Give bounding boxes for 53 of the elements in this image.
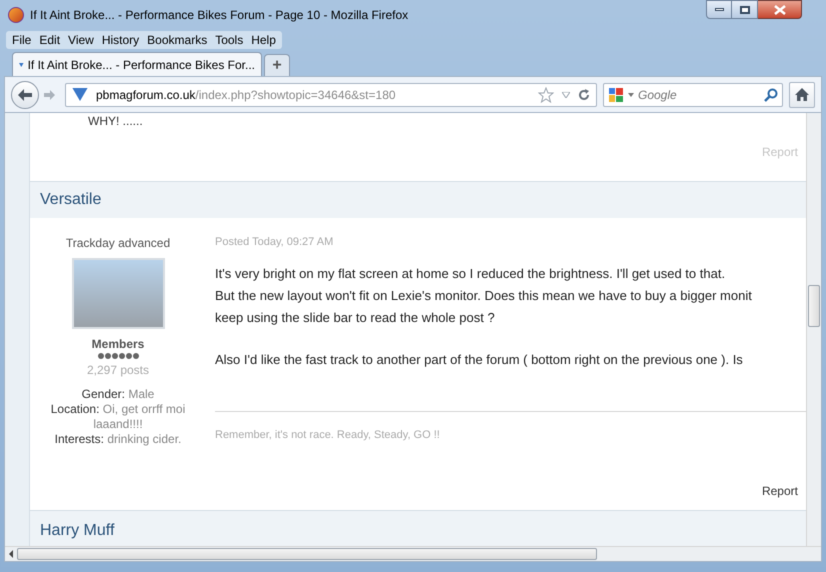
window-title: If It Aint Broke... - Performance Bikes Forum - Page 10 - Mozilla Firefox	[30, 7, 408, 24]
menu-item[interactable]: History	[98, 31, 144, 49]
rank-title: Trackday advanced	[66, 235, 170, 252]
minimize-button[interactable]	[706, 0, 732, 19]
search-input[interactable]: Google	[638, 86, 760, 104]
home-icon	[795, 88, 809, 101]
minimize-icon	[714, 8, 724, 11]
dropdown-icon[interactable]	[628, 92, 634, 96]
back-button[interactable]	[11, 80, 39, 108]
search-icon[interactable]	[764, 88, 778, 102]
report-link[interactable]: Report	[762, 482, 798, 500]
search-engine-logo-icon	[608, 86, 624, 102]
url-text: pbmagforum.co.uk/index.php?showtopic=34646&st=180	[96, 86, 396, 104]
browser-tab[interactable]: If It Aint Broke... - Performance Bikes For...	[12, 52, 262, 76]
address-field[interactable]: pbmagforum.co.uk/index.php?showtopic=34646&st=180	[65, 82, 597, 106]
profile-field: Location: Oi, get orrff moi laaand!!!!	[43, 402, 193, 432]
menu-item[interactable]: Help	[247, 31, 280, 49]
author-name[interactable]: Versatile	[40, 188, 102, 212]
reload-icon[interactable]	[578, 88, 590, 100]
signature-text: Remember, it's not race. Ready, Steady, GO !!	[215, 428, 440, 440]
new-tab-button[interactable]: +	[264, 54, 290, 76]
vertical-scrollbar[interactable]	[806, 113, 821, 546]
profile-field: Gender: Male	[82, 387, 154, 402]
horizontal-scrollbar[interactable]	[5, 546, 821, 561]
home-button[interactable]	[789, 82, 815, 108]
post-count: 2,297 posts	[86, 362, 150, 379]
author-name[interactable]: Harry Muff	[40, 519, 114, 543]
maximize-icon	[740, 6, 750, 14]
maximize-button[interactable]	[732, 0, 758, 19]
member-group: Members	[92, 335, 144, 353]
dropdown-icon[interactable]	[562, 92, 570, 98]
close-icon	[774, 4, 786, 14]
menu-item[interactable]: File	[8, 31, 36, 49]
scrollbar-thumb[interactable]	[17, 548, 597, 560]
menu-item[interactable]: Edit	[35, 31, 64, 49]
menu-item[interactable]: View	[64, 31, 98, 49]
firefox-logo-icon	[8, 7, 24, 23]
profile-field: Interests: drinking cider.	[54, 432, 182, 447]
menu-item[interactable]: Bookmarks	[143, 31, 212, 49]
forward-arrow-icon	[44, 90, 54, 100]
scrollbar-thumb[interactable]	[808, 285, 820, 327]
post-text: keep using the slide bar to read the whole post ?	[215, 308, 496, 327]
search-field[interactable]: Google	[603, 82, 783, 106]
close-button[interactable]	[758, 0, 802, 19]
post-text: But the new layout won't fit on Lexie's monitor. Does this mean we have to buy a bigger monit	[215, 286, 753, 305]
post-text: It's very bright on my flat screen at home so I reduced the brightness. I'll get used to that.	[215, 264, 726, 283]
star-icon[interactable]	[538, 86, 554, 102]
post-text: WHY! ......	[88, 114, 143, 128]
post-date: Posted Today, 09:27 AM	[215, 235, 334, 250]
site-favicon-icon	[72, 88, 88, 101]
post-text: Also I'd like the fast track to another part of the forum ( bottom right on the previous one ). Is	[215, 350, 744, 369]
menu-item[interactable]: Tools	[211, 31, 248, 49]
back-arrow-icon	[18, 88, 32, 100]
